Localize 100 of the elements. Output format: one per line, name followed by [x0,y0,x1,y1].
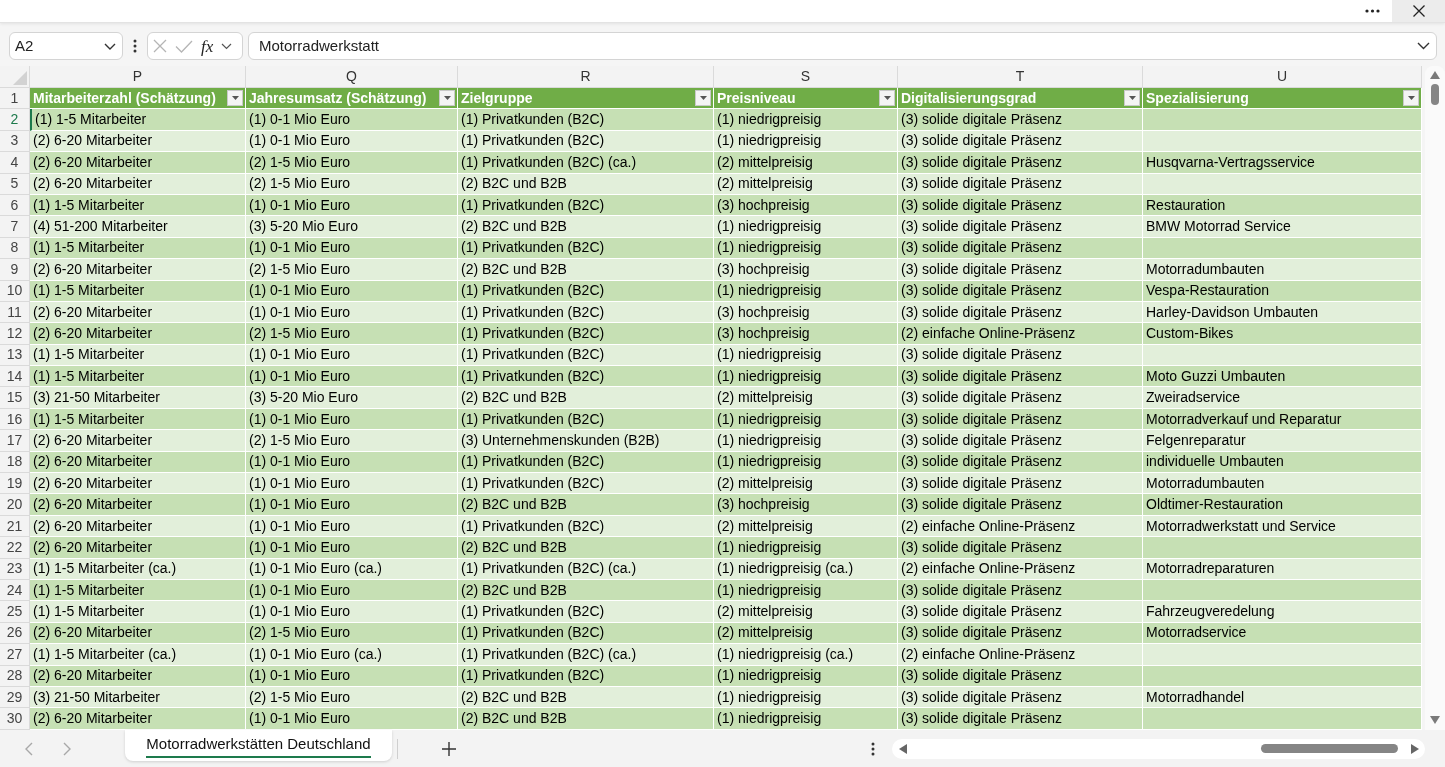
chevron-down-icon[interactable] [1417,42,1430,50]
row-number[interactable]: 7 [0,216,30,238]
scrollbar-thumb[interactable] [1261,744,1398,753]
filter-button[interactable] [695,90,711,107]
table-cell: (1) 0-1 Mio Euro [246,708,458,730]
table-cell: (3) solide digitale Präsenz [898,387,1143,409]
row-number[interactable]: 30 [0,708,30,730]
table-cell: (2) 1-5 Mio Euro [246,152,458,174]
table-cell: (1) 0-1 Mio Euro [246,665,458,687]
table-cell: (1) Privatkunden (B2C) (ca.) [458,152,714,174]
row-number[interactable]: 11 [0,301,30,324]
more-vertical-icon[interactable] [133,39,137,53]
column-title: Zielgruppe [461,88,533,108]
table-cell: (3) solide digitale Präsenz [898,708,1143,730]
close-icon [1412,5,1425,17]
row-number[interactable]: 16 [0,408,30,431]
table-cell: (1) 0-1 Mio Euro (ca.) [246,644,458,666]
more-vertical-icon[interactable] [871,741,875,756]
table-cell: (2) B2C und B2B [458,259,714,281]
row-number[interactable]: 19 [0,473,30,495]
table-cell: (2) B2C und B2B [458,173,714,195]
row-number[interactable]: 15 [0,387,30,409]
column-letter[interactable]: Q [246,66,458,87]
filter-button[interactable] [1124,90,1140,107]
row-number[interactable]: 13 [0,344,30,367]
table-cell: (1) 0-1 Mio Euro [246,537,458,559]
row-number[interactable]: 1 [0,88,30,110]
table-cell: (1) 1-5 Mitarbeiter (ca.) [30,558,246,580]
table-cell: (3) 21-50 Mitarbeiter [30,387,246,409]
filter-button[interactable] [227,90,243,107]
column-letter[interactable]: T [898,66,1143,87]
row-number[interactable]: 29 [0,686,30,709]
row-number[interactable]: 26 [0,622,30,645]
filter-button[interactable] [879,90,895,107]
column-title: Digitalisierungsgrad [901,88,1037,108]
table-cell: (3) solide digitale Präsenz [898,494,1143,516]
close-button[interactable] [1392,0,1445,22]
caret-down-icon [1128,96,1136,101]
table-cell: (2) 1-5 Mio Euro [246,323,458,345]
table-cell: (1) niedrigpreisig [714,537,898,559]
table-cell: (2) einfache Online-Präsenz [898,323,1143,345]
column-letter[interactable]: U [1143,66,1422,87]
table-cell: (1) niedrigpreisig [714,280,898,302]
table-cell: (2) mittelpreisig [714,173,898,195]
triangle-up-icon[interactable] [1430,71,1440,79]
row-number[interactable]: 20 [0,494,30,516]
table-cell: (3) solide digitale Präsenz [898,216,1143,238]
scrollbar-thumb[interactable] [1431,84,1439,105]
table-cell: (1) niedrigpreisig [714,665,898,687]
row-number[interactable]: 27 [0,644,30,666]
table-cell: (1) 0-1 Mio Euro [246,109,458,131]
caret-down-icon [443,96,451,101]
row-number[interactable]: 14 [0,366,30,388]
column-letter[interactable]: S [714,66,898,87]
triangle-left-icon[interactable] [899,743,907,754]
name-box[interactable]: A2 [9,32,123,60]
chevron-down-icon[interactable] [221,42,233,50]
table-cell: Vespa-Restauration [1143,280,1422,302]
row-number[interactable]: 28 [0,665,30,687]
row-number[interactable]: 21 [0,515,30,538]
insert-function-button[interactable]: fx [201,37,214,55]
table-cell: (3) Unternehmenskunden (B2B) [458,430,714,452]
row-number[interactable]: 12 [0,323,30,345]
row-number[interactable]: 8 [0,237,30,260]
table-cell: (1) 1-5 Mitarbeiter (ca.) [30,644,246,666]
row-number[interactable]: 24 [0,580,30,602]
row-number[interactable]: 2 [0,109,30,131]
row-number[interactable]: 4 [0,152,30,174]
table-cell: (3) solide digitale Präsenz [898,173,1143,195]
table-cell: BMW Motorrad Service [1143,216,1422,238]
triangle-right-icon[interactable] [1411,743,1419,754]
plus-icon[interactable] [442,741,456,756]
table-cell: (1) Privatkunden (B2C) [458,323,714,345]
formula-field[interactable]: Motorradwerkstatt [248,32,1437,60]
sheet-tab[interactable]: Motorradwerkstätten Deutschland [125,730,392,761]
column-letter[interactable]: R [458,66,714,87]
table-cell: (1) 0-1 Mio Euro (ca.) [246,558,458,580]
table-cell: (1) Privatkunden (B2C) [458,665,714,687]
row-number[interactable]: 6 [0,194,30,217]
row-number[interactable]: 22 [0,537,30,559]
filter-button[interactable] [1403,90,1419,107]
row-number[interactable]: 3 [0,130,30,153]
table-cell: (2) B2C und B2B [458,708,714,730]
row-number[interactable]: 18 [0,451,30,474]
table-cell: (1) niedrigpreisig [714,430,898,452]
row-number[interactable]: 5 [0,173,30,195]
row-number[interactable]: 17 [0,430,30,452]
column-letter[interactable]: P [30,66,246,87]
filter-button[interactable] [439,90,455,107]
table-cell: (3) solide digitale Präsenz [898,109,1143,131]
triangle-down-icon[interactable] [1430,716,1440,724]
table-cell: (2) B2C und B2B [458,494,714,516]
row-number[interactable]: 9 [0,259,30,281]
check-icon[interactable] [175,39,193,53]
row-number[interactable]: 10 [0,280,30,302]
more-icon[interactable] [1364,9,1380,13]
table-cell: (3) solide digitale Präsenz [898,601,1143,623]
row-number[interactable]: 25 [0,601,30,623]
table-cell: (1) Privatkunden (B2C) [458,601,714,623]
row-number[interactable]: 23 [0,558,30,580]
